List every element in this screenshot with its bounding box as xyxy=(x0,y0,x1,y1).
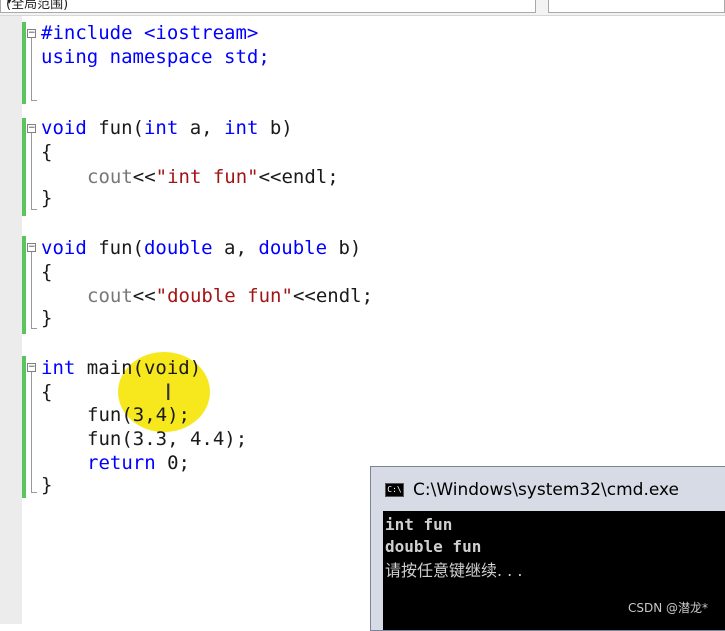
console-output-line: double fun xyxy=(385,537,482,556)
code-text: fun( xyxy=(86,117,144,139)
keyword: double xyxy=(258,237,328,259)
console-title-bar[interactable]: C:\ C:\Windows\system32\cmd.exe xyxy=(371,467,725,511)
keyword: void xyxy=(41,117,87,139)
editor-margin xyxy=(0,16,22,624)
code-line-using[interactable]: using namespace std; xyxy=(41,45,270,69)
outline-guide xyxy=(31,100,37,101)
code-text: <<endl; xyxy=(258,166,339,188)
collapse-toggle-icon[interactable]: − xyxy=(27,363,36,372)
outline-guide xyxy=(31,372,32,492)
code-text: 0; xyxy=(155,452,190,474)
code-line-call-int[interactable]: fun(3,4); xyxy=(87,403,190,427)
code-text: b) xyxy=(327,237,362,259)
code-line-cout-double[interactable]: cout<<"double fun"<<endl; xyxy=(87,284,373,308)
console-output-line: int fun xyxy=(385,515,453,534)
code-text: cout xyxy=(87,166,133,188)
string-literal: "double fun" xyxy=(155,285,293,307)
console-output-line: 请按任意键继续. . . xyxy=(385,561,523,580)
code-text: b) xyxy=(258,117,293,139)
code-line-close-brace[interactable]: } xyxy=(41,186,52,210)
collapse-toggle-icon[interactable]: − xyxy=(27,29,36,38)
code-line-main-signature[interactable]: int main(void) xyxy=(41,356,201,380)
code-line-fun-double-signature[interactable]: void fun(double a, double b) xyxy=(41,236,361,260)
outline-guide xyxy=(31,38,32,100)
code-line-cout-int[interactable]: cout<<"int fun"<<endl; xyxy=(87,165,339,189)
keyword: void xyxy=(41,237,87,259)
code-text: << xyxy=(132,166,156,188)
collapse-toggle-icon[interactable]: − xyxy=(27,124,36,133)
code-line-open-brace[interactable]: { xyxy=(41,260,52,284)
change-indicator-bar xyxy=(22,118,26,216)
change-indicator-bar xyxy=(22,236,26,334)
cmd-icon: C:\ xyxy=(385,483,404,497)
console-title: C:\Windows\system32\cmd.exe xyxy=(413,480,680,500)
change-indicator-bar xyxy=(22,356,26,498)
string-literal: "int fun" xyxy=(155,166,259,188)
code-text: << xyxy=(132,285,156,307)
member-dropdown[interactable] xyxy=(548,0,725,13)
outline-guide xyxy=(31,492,37,493)
collapse-toggle-icon[interactable]: − xyxy=(27,243,36,252)
outline-guide xyxy=(31,328,37,329)
code-text: <<endl; xyxy=(292,285,374,307)
code-line-return[interactable]: return 0; xyxy=(87,451,190,475)
code-line-close-brace[interactable]: } xyxy=(41,306,52,330)
keyword: return xyxy=(87,452,156,474)
code-line-close-brace[interactable]: } xyxy=(41,473,52,497)
chevron-down-icon[interactable]: ▾ xyxy=(6,0,531,8)
code-text: cout xyxy=(87,285,133,307)
code-text: a, xyxy=(212,237,259,259)
code-line-call-double[interactable]: fun(3.3, 4.4); xyxy=(87,427,247,451)
keyword: double xyxy=(143,237,213,259)
code-text: fun( xyxy=(86,237,144,259)
outline-guide xyxy=(31,133,32,209)
code-text: a, xyxy=(178,117,225,139)
outline-guide xyxy=(31,252,32,328)
keyword: int xyxy=(41,357,76,379)
code-line-open-brace[interactable]: { xyxy=(41,140,52,164)
keyword: int xyxy=(224,117,259,139)
code-line-include[interactable]: #include <iostream> xyxy=(41,21,258,45)
navigation-bar: (全局范围) ▾ xyxy=(0,0,725,16)
code-text: main(void) xyxy=(75,357,202,379)
keyword: int xyxy=(143,117,179,139)
scope-dropdown[interactable]: (全局范围) ▾ xyxy=(0,0,536,13)
code-line-open-brace[interactable]: { xyxy=(41,380,52,404)
watermark: CSDN @潜龙* xyxy=(628,601,709,615)
text-cursor-icon: I xyxy=(165,381,172,406)
outline-guide xyxy=(31,209,37,210)
change-indicator-bar xyxy=(22,22,26,104)
code-line-fun-int-signature[interactable]: void fun(int a, int b) xyxy=(41,116,293,140)
